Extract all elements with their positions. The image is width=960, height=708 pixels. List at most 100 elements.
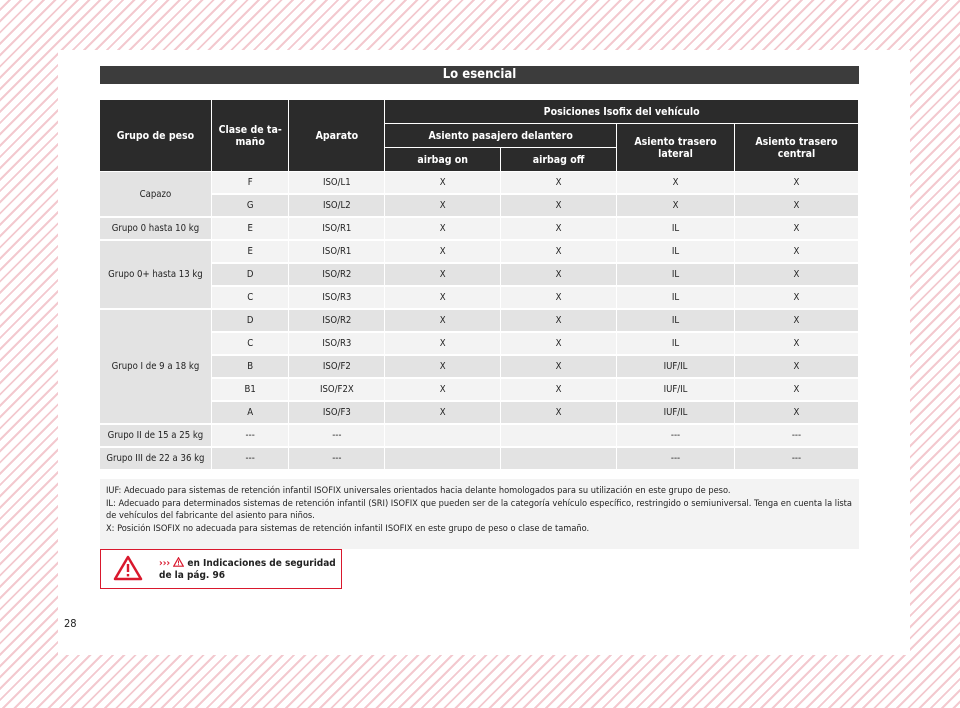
- cell: D: [211, 310, 290, 333]
- table-row: Grupo II de 15 a 25 kg --- --- --- ---: [100, 425, 859, 448]
- warning-triangle-icon: [113, 555, 143, 581]
- cell: ---: [289, 425, 386, 448]
- cell: [501, 448, 618, 471]
- cell: X: [385, 195, 502, 218]
- note-iuf: IUF: Adecuado para sistemas de retención…: [106, 485, 731, 496]
- cell: X: [385, 241, 502, 264]
- cell: X: [501, 287, 618, 310]
- note-il: IL: Adecuado para determinados sistemas …: [106, 497, 852, 522]
- cell: X: [734, 195, 859, 218]
- cell: X: [501, 172, 618, 195]
- cell: C: [211, 333, 290, 356]
- cell: ---: [211, 425, 290, 448]
- cell: X: [734, 379, 859, 402]
- cell: X: [385, 172, 502, 195]
- cell: B: [211, 356, 290, 379]
- cell: X: [385, 402, 502, 425]
- small-warning-icon: [172, 556, 185, 567]
- table-row: Grupo 0 hasta 10 kg E ISO/R1 X X IL X: [100, 218, 859, 241]
- cell: X: [734, 287, 859, 310]
- cell: X: [501, 218, 618, 241]
- cell: ---: [617, 448, 735, 471]
- cell: IL: [617, 310, 735, 333]
- cell: X: [501, 310, 618, 333]
- cell: [385, 448, 502, 471]
- cell: X: [501, 195, 618, 218]
- cell: ISO/R1: [289, 218, 386, 241]
- cell: X: [734, 310, 859, 333]
- cell: X: [501, 333, 618, 356]
- cell: [501, 425, 618, 448]
- cell: X: [385, 218, 502, 241]
- cell: X: [385, 333, 502, 356]
- cell: X: [385, 287, 502, 310]
- cell: ISO/F2: [289, 356, 386, 379]
- cell: [385, 425, 502, 448]
- section-header: Lo esencial: [100, 66, 859, 84]
- table-row: B ISO/F2 X X IUF/IL X: [100, 356, 859, 379]
- cell: ---: [289, 448, 386, 471]
- group-label: Capazo: [100, 172, 212, 218]
- table-row: C ISO/R3 X X IL X: [100, 333, 859, 356]
- table-row: Capazo F ISO/L1 X X X X: [100, 172, 859, 218]
- legend-notes: IUF: Adecuado para sistemas de retención…: [100, 479, 859, 549]
- cell: E: [211, 218, 290, 241]
- cell: ISO/F2X: [289, 379, 386, 402]
- cell: IL: [617, 287, 735, 310]
- table-row: Grupo I de 9 a 18 kg D ISO/R2 X X IL X: [100, 310, 859, 425]
- cell: ---: [734, 425, 859, 448]
- group-label: Grupo 0+ hasta 13 kg: [100, 241, 212, 310]
- col-airbag-on: airbag on: [385, 148, 502, 172]
- table-row: Grupo III de 22 a 36 kg --- --- --- ---: [100, 448, 859, 471]
- table-body: Capazo F ISO/L1 X X X X G ISO/L2 X X X X…: [100, 172, 859, 471]
- col-positions: Posiciones Isofix del vehículo: [385, 100, 859, 124]
- cell: X: [385, 356, 502, 379]
- cell: ISO/R3: [289, 333, 386, 356]
- table-row: Grupo 0+ hasta 13 kg E ISO/R1 X X IL X: [100, 241, 859, 310]
- cell: IL: [617, 264, 735, 287]
- cell: X: [734, 402, 859, 425]
- cell: ISO/F3: [289, 402, 386, 425]
- safety-reference-box: ››› en Indicaciones de seguridad de la p…: [100, 549, 342, 589]
- cell: X: [734, 241, 859, 264]
- col-weight-group: Grupo de peso: [100, 100, 212, 172]
- cell: IUF/IL: [617, 356, 735, 379]
- cell: IL: [617, 218, 735, 241]
- cell: F: [211, 172, 290, 195]
- note-x: X: Posición ISOFIX no adecuada para sist…: [106, 522, 590, 534]
- group-label: Grupo II de 15 a 25 kg: [100, 425, 212, 448]
- col-size-class: Clase de ta-maño: [211, 100, 290, 172]
- cell: A: [211, 402, 290, 425]
- cell: ---: [734, 448, 859, 471]
- cell: X: [617, 195, 735, 218]
- group-label: Grupo III de 22 a 36 kg: [100, 448, 212, 471]
- cell: X: [501, 402, 618, 425]
- safety-reference-text[interactable]: ››› en Indicaciones de seguridad de la p…: [159, 556, 337, 582]
- group-label: Grupo I de 9 a 18 kg: [100, 310, 212, 425]
- table-row: B1 ISO/F2X X X IUF/IL X: [100, 379, 859, 402]
- cell: C: [211, 287, 290, 310]
- cell: ---: [617, 425, 735, 448]
- cell: ISO/R2: [289, 264, 386, 287]
- cell: X: [501, 264, 618, 287]
- table-row: D ISO/R2 X X IL X: [100, 264, 859, 287]
- arrows-glyph: ›››: [159, 558, 171, 569]
- cell: IL: [617, 241, 735, 264]
- cell: E: [211, 241, 290, 264]
- cell: X: [734, 218, 859, 241]
- cell: ISO/R2: [289, 310, 386, 333]
- cell: D: [211, 264, 290, 287]
- col-rear-center: Asiento trasero central: [734, 124, 859, 172]
- group-label: Grupo 0 hasta 10 kg: [100, 218, 212, 241]
- cell: X: [501, 379, 618, 402]
- cell: ISO/L2: [289, 195, 386, 218]
- col-device: Aparato: [289, 100, 386, 172]
- cell: X: [734, 264, 859, 287]
- cell: IUF/IL: [617, 379, 735, 402]
- cell: X: [734, 172, 859, 195]
- cell: ---: [211, 448, 290, 471]
- cell: IUF/IL: [617, 402, 735, 425]
- col-airbag-off: airbag off: [501, 148, 618, 172]
- col-rear-side: Asiento trasero lateral: [617, 124, 735, 172]
- safety-reference-label: en Indicaciones de seguridad de la pág. …: [159, 558, 336, 581]
